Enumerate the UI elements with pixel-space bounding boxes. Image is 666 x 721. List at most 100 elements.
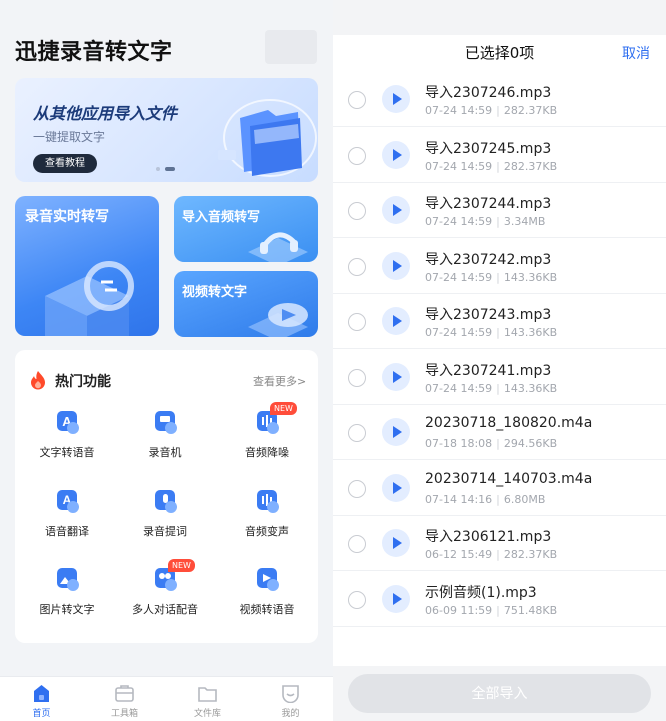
file-date: 07-24 14:59 [425,326,493,339]
play-icon[interactable] [382,529,410,557]
file-size: 282.37KB [503,104,558,117]
file-row[interactable]: 导入2306121.mp3 06-12 15:49 | 282.37KB [333,516,666,571]
file-row[interactable]: 20230718_180820.m4a 07-18 18:08 | 294.56KB [333,405,666,460]
file-date: 07-24 14:59 [425,104,493,117]
file-meta: 06-09 11:59 | 751.48KB [425,604,557,617]
feature-item-0[interactable]: A 文字转语音 [17,408,117,468]
file-name: 导入2307243.mp3 [425,307,552,323]
image-to-text-icon [57,568,79,591]
file-size: 751.48KB [503,603,558,617]
bottom-tab-bar: 首页 工具箱 文件库 我的 [0,676,333,721]
tab-home[interactable]: 首页 [0,677,83,721]
hot-features-title: 热门功能 [55,374,111,390]
play-icon[interactable] [382,251,410,280]
select-radio[interactable] [348,424,366,442]
tab-label: 工具箱 [110,709,138,719]
play-icon[interactable] [382,140,410,169]
card-label: 录音实时转写 [25,209,109,225]
file-name: 导入2307245.mp3 [425,140,552,157]
file-row[interactable]: 导入2307244.mp3 07-24 14:59 | 3.34MB [333,183,666,238]
file-name: 20230718_180820.m4a [425,415,593,431]
meta-separator: | [496,603,500,617]
select-radio[interactable] [348,535,366,553]
file-meta: 07-14 14:16 | 6.80MB [425,493,545,506]
play-icon[interactable] [382,362,410,391]
meta-separator: | [496,548,500,561]
select-radio[interactable] [348,479,366,498]
file-name: 导入2307241.mp3 [425,362,552,379]
select-radio[interactable] [348,313,366,331]
file-date: 07-18 18:08 [425,437,493,450]
feature-label: 图片转文字 [39,603,95,616]
import-audio-card[interactable]: 导入音频转写 [174,196,318,262]
meta-separator: | [496,381,500,395]
feature-label: 音频变声 [245,525,289,538]
tab-folder[interactable]: 文件库 [166,677,249,721]
meta-separator: | [496,215,500,228]
file-meta: 07-24 14:59 | 3.34MB [425,215,545,228]
tab-label: 文件库 [193,709,221,719]
feature-label: 录音机 [148,446,182,459]
play-icon[interactable] [382,473,410,502]
folder-icon [198,687,217,702]
teleprompter-icon [155,490,177,513]
recording-cube-icon [45,261,134,336]
select-radio[interactable] [348,257,366,276]
play-icon[interactable] [382,85,410,113]
file-name: 20230714_140703.m4a [425,470,593,487]
select-radio[interactable] [348,91,366,109]
play-icon[interactable] [382,307,410,335]
file-size: 282.37KB [503,548,558,561]
file-row[interactable]: 导入2307242.mp3 07-24 14:59 | 143.36KB [333,239,666,294]
feature-item-8[interactable]: 视频转语音 [217,565,317,625]
feature-label: 录音提词 [143,525,187,538]
status-bar-area [333,0,666,35]
file-row[interactable]: 导入2307245.mp3 07-24 14:59 | 282.37KB [333,128,666,183]
feature-item-3[interactable]: A 语音翻译 [17,487,117,547]
view-tutorial-button[interactable]: 查看教程 [33,154,97,173]
import-all-button[interactable]: 全部导入 [348,674,651,713]
see-more-link[interactable]: 查看更多> [253,373,306,389]
feature-label: 文字转语音 [39,446,95,459]
toolbox-icon [115,685,134,702]
select-radio[interactable] [348,146,366,165]
meta-separator: | [496,159,500,173]
file-row[interactable]: 示例音频(1).mp3 06-09 11:59 | 751.48KB [333,572,666,627]
select-radio[interactable] [348,590,366,609]
folder-illustration [218,99,317,177]
tab-label: 首页 [32,709,51,719]
play-icon[interactable] [382,418,410,446]
select-radio[interactable] [348,368,366,387]
file-row[interactable]: 导入2307241.mp3 07-24 14:59 | 143.36KB [333,350,666,405]
meta-separator: | [496,492,500,506]
feature-item-7[interactable]: NEW 多人对话配音 [115,559,215,625]
feature-item-1[interactable]: 录音机 [115,408,215,468]
file-row[interactable]: 导入2307243.mp3 07-24 14:59 | 143.36KB [333,294,666,349]
feature-item-2[interactable]: NEW 音频降噪 [217,402,317,468]
play-icon[interactable] [382,196,410,224]
tab-toolbox[interactable]: 工具箱 [83,677,166,721]
file-row[interactable]: 20230714_140703.m4a 07-14 14:16 | 6.80MB [333,461,666,516]
feature-item-5[interactable]: 音频变声 [217,487,317,547]
profile-icon [282,685,299,703]
file-date: 07-24 14:59 [425,215,493,228]
cancel-button[interactable]: 取消 [622,43,650,63]
feature-item-6[interactable]: 图片转文字 [17,565,117,625]
file-size: 294.56KB [503,437,558,450]
file-meta: 07-24 14:59 | 143.36KB [425,382,557,395]
blurred-header-element [265,30,317,64]
select-radio[interactable] [348,202,366,220]
play-icon[interactable] [382,584,410,613]
video-to-text-card[interactable]: 视频转文字 [174,271,318,337]
meta-separator: | [496,326,500,339]
realtime-transcribe-card[interactable]: 录音实时转写 [15,196,159,336]
file-row[interactable]: 导入2307246.mp3 07-24 14:59 | 282.37KB [333,72,666,127]
selection-title: 已选择0项 [464,44,535,62]
meta-separator: | [496,104,500,117]
file-date: 07-24 14:59 [425,270,493,284]
feature-label: 音频降噪 [245,446,289,459]
feature-item-4[interactable]: 录音提词 [115,487,215,547]
fire-icon [31,371,45,390]
tab-profile[interactable]: 我的 [249,677,332,721]
file-date: 07-24 14:59 [425,381,493,395]
